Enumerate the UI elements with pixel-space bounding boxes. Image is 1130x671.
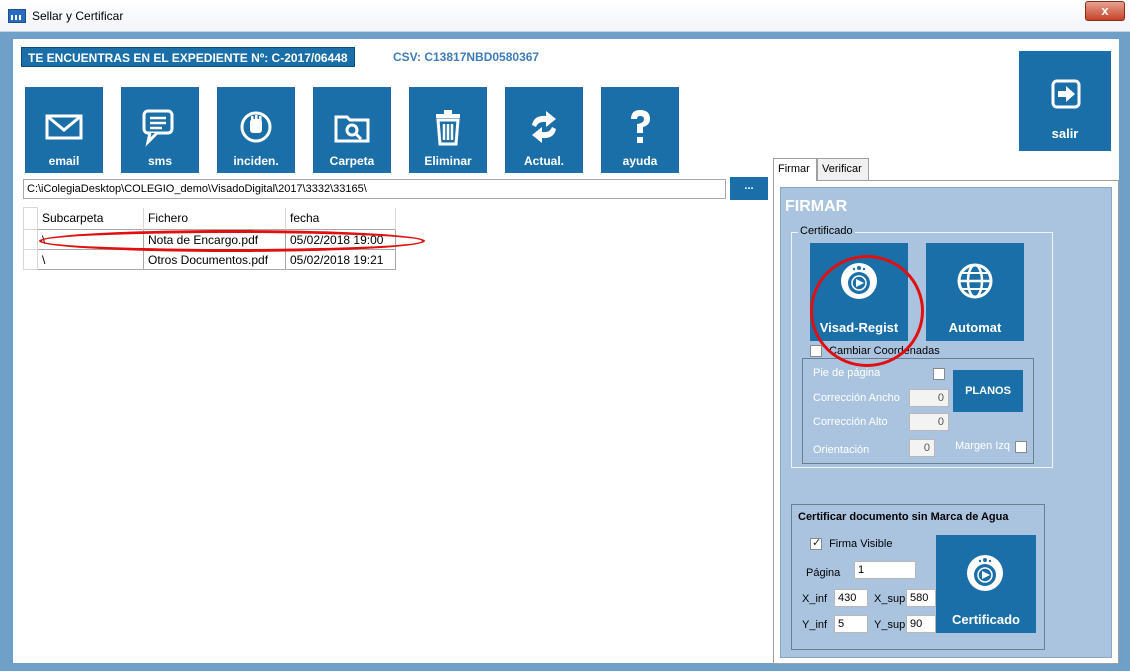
actualizar-button-label: Actual. — [523, 154, 564, 168]
table-row[interactable]: \ Nota de Encargo.pdf 05/02/2018 19:00 — [23, 229, 396, 250]
envelope-icon — [45, 114, 83, 140]
table-header-row: Subcarpeta Fichero fecha — [23, 207, 396, 230]
y-sup-label: Y_sup — [874, 619, 906, 631]
correccion-ancho-input[interactable]: 0 — [909, 389, 949, 407]
carpeta-button[interactable]: Carpeta — [313, 87, 391, 173]
certificado-button[interactable]: Certificado — [936, 535, 1036, 633]
incidencias-button-label: inciden. — [233, 154, 279, 168]
ayuda-button[interactable]: ayuda — [601, 87, 679, 173]
x-inf-input[interactable]: 430 — [834, 589, 868, 607]
eliminar-button-label: Eliminar — [424, 154, 472, 168]
cell-subcarpeta[interactable]: \ — [37, 229, 144, 250]
margen-izq-label: Margen Izq — [955, 440, 1011, 452]
hand-icon — [240, 111, 272, 143]
refresh-icon — [532, 111, 556, 143]
orientacion-label: Orientación — [813, 444, 870, 456]
margen-izq-checkbox[interactable] — [1015, 441, 1027, 453]
row-header[interactable] — [23, 229, 38, 250]
cambiar-coordenadas-label: Cambiar Coordenadas — [829, 345, 940, 357]
salir-button-label: salir — [1051, 126, 1079, 141]
expediente-label: TE ENCUENTRAS EN EL EXPEDIENTE Nº: C-201… — [21, 47, 355, 67]
coordenadas-box: Pie de página PLANOS Corrección Ancho 0 … — [802, 358, 1034, 464]
visad-regist-label: Visad-Regist — [819, 320, 899, 335]
firmar-panel-body: FIRMAR Certificado Visad-Regist Automat … — [780, 187, 1112, 658]
column-header-subcarpeta[interactable]: Subcarpeta — [37, 207, 144, 230]
cell-subcarpeta[interactable]: \ — [37, 249, 144, 270]
certificado-group: Certificado Visad-Regist Automat Cambiar… — [791, 225, 1053, 468]
automat-label: Automat — [948, 320, 1002, 335]
row-header[interactable] — [23, 249, 38, 270]
path-input[interactable]: C:\iColegiaDesktop\COLEGIO_demo\VisadoDi… — [23, 179, 726, 199]
tab-firmar[interactable]: Firmar — [773, 158, 817, 181]
visad-regist-button[interactable]: Visad-Regist — [810, 243, 908, 341]
browse-button[interactable]: ... — [730, 177, 768, 200]
planos-button[interactable]: PLANOS — [953, 370, 1023, 412]
folder-search-icon — [334, 115, 370, 143]
cell-fichero[interactable]: Nota de Encargo.pdf — [143, 229, 286, 250]
x-sup-input[interactable]: 580 — [906, 589, 936, 607]
eliminar-button[interactable]: Eliminar — [409, 87, 487, 173]
pie-pagina-label: Pie de página — [813, 367, 881, 379]
app-icon — [8, 9, 26, 23]
table-row[interactable]: \ Otros Documentos.pdf 05/02/2018 19:21 — [23, 249, 396, 270]
sms-button[interactable]: sms — [121, 87, 199, 173]
file-table: Subcarpeta Fichero fecha \ Nota de Encar… — [23, 207, 396, 270]
tab-verificar[interactable]: Verificar — [817, 158, 869, 180]
orientacion-input[interactable]: 0 — [909, 439, 935, 457]
sin-marca-group: Certificar documento sin Marca de Agua F… — [791, 504, 1045, 650]
cambiar-coordenadas-row[interactable]: Cambiar Coordenadas — [810, 345, 940, 358]
y-sup-input[interactable]: 90 — [906, 615, 936, 633]
seal-icon — [841, 263, 877, 299]
app-window: Sellar y Certificar x TE ENCUENTRAS EN E… — [0, 0, 1130, 671]
pie-pagina-checkbox[interactable] — [933, 368, 945, 380]
row-header-corner — [23, 207, 38, 230]
y-inf-input[interactable]: 5 — [834, 615, 868, 633]
automat-button[interactable]: Automat — [926, 243, 1024, 341]
firmar-title: FIRMAR — [785, 198, 848, 215]
firma-visible-row[interactable]: Firma Visible — [810, 536, 893, 551]
column-header-fichero[interactable]: Fichero — [143, 207, 286, 230]
trash-icon — [436, 110, 460, 146]
incidencias-button[interactable]: inciden. — [217, 87, 295, 173]
correccion-ancho-label: Corrección Ancho — [813, 392, 900, 404]
salir-button[interactable]: salir — [1019, 51, 1111, 151]
firmar-panel: FIRMAR Certificado Visad-Regist Automat … — [773, 180, 1119, 664]
close-button[interactable]: x — [1085, 1, 1125, 21]
x-inf-label: X_inf — [802, 593, 828, 605]
pagina-label: Página — [806, 567, 841, 579]
correccion-alto-input[interactable]: 0 — [909, 413, 949, 431]
main-area: TE ENCUENTRAS EN EL EXPEDIENTE Nº: C-201… — [10, 36, 1122, 666]
exit-icon — [1051, 79, 1081, 109]
cell-fecha[interactable]: 05/02/2018 19:21 — [285, 249, 396, 270]
chat-icon — [142, 109, 174, 147]
firma-visible-label: Firma Visible — [829, 538, 893, 550]
csv-label: CSV: C13817NBD0580367 — [393, 50, 540, 64]
question-icon — [631, 110, 650, 143]
column-header-fecha[interactable]: fecha — [285, 207, 396, 230]
certificado-group-label: Certificado — [798, 225, 855, 237]
carpeta-button-label: Carpeta — [329, 154, 375, 168]
sms-button-label: sms — [147, 154, 173, 168]
correccion-alto-label: Corrección Alto — [813, 416, 888, 428]
window-title: Sellar y Certificar — [32, 9, 124, 23]
cell-fichero[interactable]: Otros Documentos.pdf — [143, 249, 286, 270]
firma-visible-checkbox[interactable] — [810, 536, 822, 551]
pagina-input[interactable]: 1 — [854, 561, 916, 579]
globe-icon — [957, 263, 993, 299]
email-button-label: email — [48, 154, 80, 168]
seal-icon — [967, 555, 1003, 591]
email-button[interactable]: email — [25, 87, 103, 173]
x-sup-label: X_sup — [874, 593, 906, 605]
y-inf-label: Y_inf — [802, 619, 828, 631]
cambiar-coordenadas-checkbox[interactable] — [810, 345, 822, 358]
actualizar-button[interactable]: Actual. — [505, 87, 583, 173]
cell-fecha[interactable]: 05/02/2018 19:00 — [285, 229, 396, 250]
certificado-button-label: Certificado — [952, 612, 1020, 627]
ayuda-button-label: ayuda — [622, 154, 658, 168]
title-bar: Sellar y Certificar x — [0, 0, 1130, 32]
sin-marca-title: Certificar documento sin Marca de Agua — [798, 511, 1009, 523]
